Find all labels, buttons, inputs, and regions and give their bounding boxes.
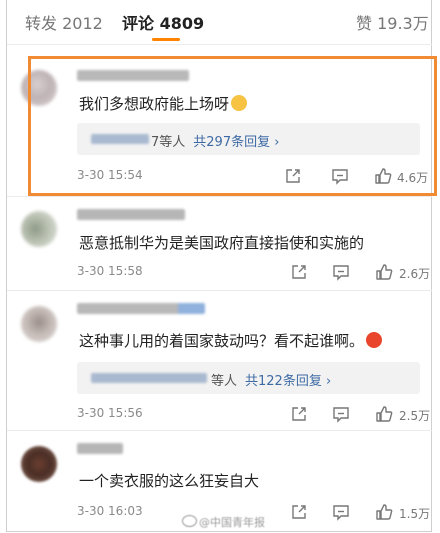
tab-repost-label: 转发 [25, 14, 58, 33]
comment-time: 3-30 16:03 [77, 504, 143, 518]
comment-divider [7, 430, 432, 431]
avatar[interactable] [21, 306, 57, 342]
tab-comments-label: 评论 [122, 14, 155, 33]
comment-text: 这种事儿用的着国家鼓动吗？看不起谁啊。 [79, 330, 383, 351]
tab-bar: 转发 2012 评论 4809 赞 19.3万 [0, 0, 440, 44]
reply-summary: 等人 共122条回复 › [211, 370, 331, 389]
username-blurred[interactable] [77, 209, 185, 220]
weibo-logo-icon [182, 515, 197, 527]
avatar[interactable] [21, 446, 57, 482]
watermark-text: @中国青年报 [199, 516, 265, 529]
comment-divider [7, 196, 432, 197]
angry-emoji-icon [366, 332, 383, 348]
watermark: @中国青年报 [182, 514, 265, 530]
like-icon[interactable] [375, 503, 393, 521]
comment-icon[interactable] [332, 503, 350, 521]
tab-likes-label: 赞 [356, 14, 373, 33]
like-icon[interactable] [375, 263, 393, 281]
share-icon[interactable] [290, 503, 308, 521]
tab-comments-count: 4809 [159, 14, 205, 33]
reply-count-link[interactable]: 共122条回复 › [245, 374, 331, 389]
reply-users-blurred [91, 373, 207, 383]
comment-time: 3-30 15:56 [77, 406, 143, 420]
comment-icon[interactable] [332, 405, 350, 423]
tab-divider [7, 44, 432, 45]
comment-footer: 3-30 15:58 2.6万 [77, 262, 431, 282]
comment-text: 恶意抵制华为是美国政府直接指使和实施的 [79, 234, 365, 252]
comment-item: 这种事儿用的着国家鼓动吗？看不起谁啊。 等人 共122条回复 › 3-30 15:… [7, 292, 431, 430]
tab-repost-count: 2012 [62, 14, 103, 33]
share-icon[interactable] [290, 405, 308, 423]
like-icon[interactable] [375, 405, 393, 423]
tab-likes[interactable]: 赞 19.3万 [356, 10, 429, 34]
comment-text: 一个卖衣服的这么狂妄自大 [79, 472, 260, 490]
tab-repost[interactable]: 转发 2012 [25, 10, 103, 34]
comment-time: 3-30 15:58 [77, 264, 143, 278]
like-count: 1.5万 [399, 507, 431, 521]
comment-footer: 3-30 15:56 2.5万 [77, 404, 431, 424]
avatar[interactable] [21, 211, 57, 247]
comment-icon[interactable] [332, 263, 350, 281]
username-blurred[interactable] [77, 303, 205, 314]
tab-likes-count: 19.3万 [377, 14, 429, 33]
like-count: 2.6万 [399, 267, 431, 281]
share-icon[interactable] [290, 263, 308, 281]
comment-divider [7, 290, 432, 291]
comment-text-content: 这种事儿用的着国家鼓动吗？看不起谁啊。 [79, 332, 365, 350]
like-count: 2.5万 [399, 409, 431, 423]
tab-comments[interactable]: 评论 4809 [122, 10, 204, 34]
reply-users-suffix: 等人 [211, 374, 238, 389]
highlight-box [28, 56, 437, 196]
active-tab-indicator [152, 38, 180, 41]
replies-preview[interactable]: 等人 共122条回复 › [77, 362, 420, 394]
username-blurred[interactable] [77, 443, 123, 454]
comment-item: 恶意抵制华为是美国政府直接指使和实施的 3-30 15:58 2.6万 [7, 198, 431, 290]
